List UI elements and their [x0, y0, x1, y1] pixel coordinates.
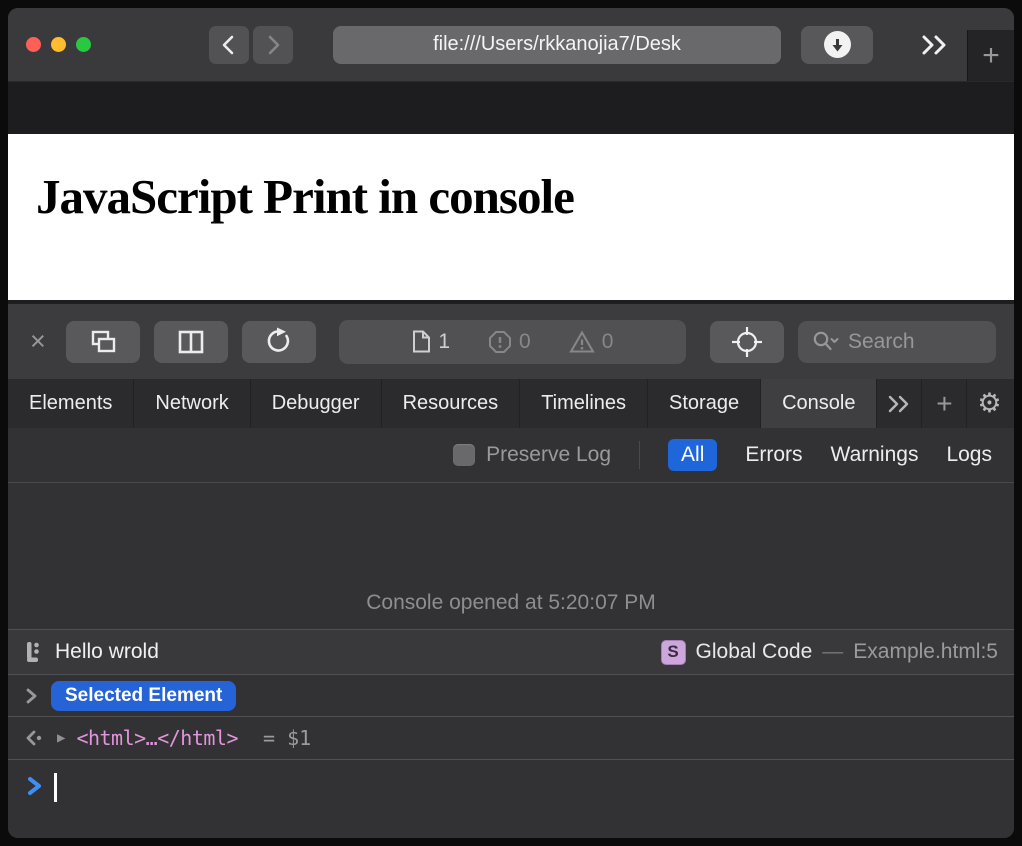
safari-window: file:///Users/rkkanojia7/Desk + JavaScri…: [8, 8, 1014, 838]
warning-triangle-icon: [569, 330, 595, 354]
console-panel: Console opened at 5:20:07 PM Hello wrold…: [8, 483, 1014, 838]
result-ref: = $1: [263, 726, 311, 750]
log-source: S Global Code — Example.html:5: [661, 640, 998, 665]
split-view-button[interactable]: [154, 321, 228, 363]
maximize-window-button[interactable]: [76, 37, 91, 52]
minimize-window-button[interactable]: [51, 37, 66, 52]
result-value[interactable]: <html>…</html>: [76, 726, 238, 750]
tab-network[interactable]: Network: [134, 379, 250, 428]
resource-counts[interactable]: 1 0 0: [339, 320, 686, 364]
dock-windows-icon: [88, 328, 118, 356]
preserve-log-control[interactable]: Preserve Log: [453, 443, 611, 467]
back-chevron-icon: [218, 33, 240, 57]
reload-icon: [265, 327, 293, 357]
source-location-link[interactable]: Example.html:5: [853, 640, 998, 664]
console-log-row[interactable]: Hello wrold S Global Code — Example.html…: [8, 630, 1014, 675]
page-heading: JavaScript Print in console: [8, 134, 1014, 225]
window-controls: [26, 37, 91, 52]
console-prompt[interactable]: [8, 760, 1014, 838]
log-message: Hello wrold: [55, 640, 159, 664]
preserve-log-label: Preserve Log: [486, 443, 611, 467]
search-placeholder: Search: [848, 330, 915, 354]
text-caret: [54, 773, 57, 802]
tab-timelines[interactable]: Timelines: [520, 379, 648, 428]
nav-buttons: [209, 26, 293, 64]
inspector-toolbar: × 1: [8, 304, 1014, 379]
tab-elements[interactable]: Elements: [8, 379, 134, 428]
toolbar-overflow-button[interactable]: [920, 33, 950, 57]
disclosure-triangle[interactable]: ▶: [57, 730, 65, 746]
address-bar-url: file:///Users/rkkanojia7/Desk: [433, 33, 681, 56]
script-badge: S: [661, 640, 686, 665]
forward-button[interactable]: [253, 26, 293, 64]
warning-count: 0: [569, 330, 614, 354]
scope-errors[interactable]: Errors: [745, 443, 802, 467]
browser-toolbar: file:///Users/rkkanojia7/Desk +: [8, 8, 1014, 82]
tab-storage[interactable]: Storage: [648, 379, 761, 428]
downloads-button[interactable]: [801, 26, 873, 64]
close-window-button[interactable]: [26, 37, 41, 52]
result-arrow-icon: [24, 729, 46, 747]
forward-chevron-icon: [262, 33, 284, 57]
console-input-echo-row[interactable]: Selected Element: [8, 675, 1014, 717]
console-filter-bar: Preserve Log All Errors Warnings Logs: [8, 428, 1014, 483]
gear-icon: ⚙: [977, 390, 1001, 417]
url-fade: [735, 26, 781, 64]
address-bar[interactable]: file:///Users/rkkanojia7/Desk: [333, 26, 781, 64]
source-name: Global Code: [696, 640, 813, 664]
selected-element-pill[interactable]: Selected Element: [51, 681, 236, 711]
search-icon: [812, 330, 839, 354]
close-inspector-button[interactable]: ×: [30, 328, 46, 355]
document-icon: [412, 330, 431, 353]
reload-button[interactable]: [242, 321, 316, 363]
preserve-log-checkbox[interactable]: [453, 444, 475, 466]
issue-count: 0: [488, 330, 531, 354]
add-tab-button[interactable]: +: [922, 379, 967, 428]
inspector-tab-bar: Elements Network Debugger Resources Time…: [8, 379, 1014, 428]
double-chevron-icon: [920, 33, 950, 57]
plus-icon: +: [936, 390, 952, 418]
tab-band: [8, 82, 1014, 134]
scope-all[interactable]: All: [668, 439, 717, 471]
more-tabs-button[interactable]: [877, 379, 922, 428]
filter-divider: [639, 441, 640, 469]
console-result-row[interactable]: ▶ <html>…</html> = $1: [8, 717, 1014, 760]
crosshair-icon: [731, 326, 763, 358]
dock-side-button[interactable]: [66, 321, 140, 363]
tab-console[interactable]: Console: [761, 379, 877, 428]
new-tab-button[interactable]: +: [967, 30, 1014, 81]
error-octagon-icon: [488, 330, 512, 354]
settings-button[interactable]: ⚙: [967, 379, 1011, 428]
back-button[interactable]: [209, 26, 249, 64]
double-chevron-icon: [887, 394, 911, 414]
source-separator: —: [822, 640, 843, 664]
scope-logs[interactable]: Logs: [946, 443, 992, 467]
element-picker-button[interactable]: [710, 321, 784, 363]
tab-debugger[interactable]: Debugger: [251, 379, 382, 428]
split-columns-icon: [177, 329, 205, 355]
page-count: 1: [412, 330, 450, 354]
scope-warnings[interactable]: Warnings: [831, 443, 919, 467]
input-chevron-icon: [24, 687, 38, 705]
download-icon: [824, 31, 851, 58]
search-input[interactable]: Search: [798, 321, 996, 363]
console-log-icon: [24, 641, 43, 663]
web-page-content: JavaScript Print in console: [8, 134, 1014, 300]
plus-icon: +: [982, 41, 1000, 71]
session-banner: Console opened at 5:20:07 PM: [8, 483, 1014, 630]
prompt-chevron-icon: [26, 775, 43, 797]
tab-resources[interactable]: Resources: [382, 379, 521, 428]
